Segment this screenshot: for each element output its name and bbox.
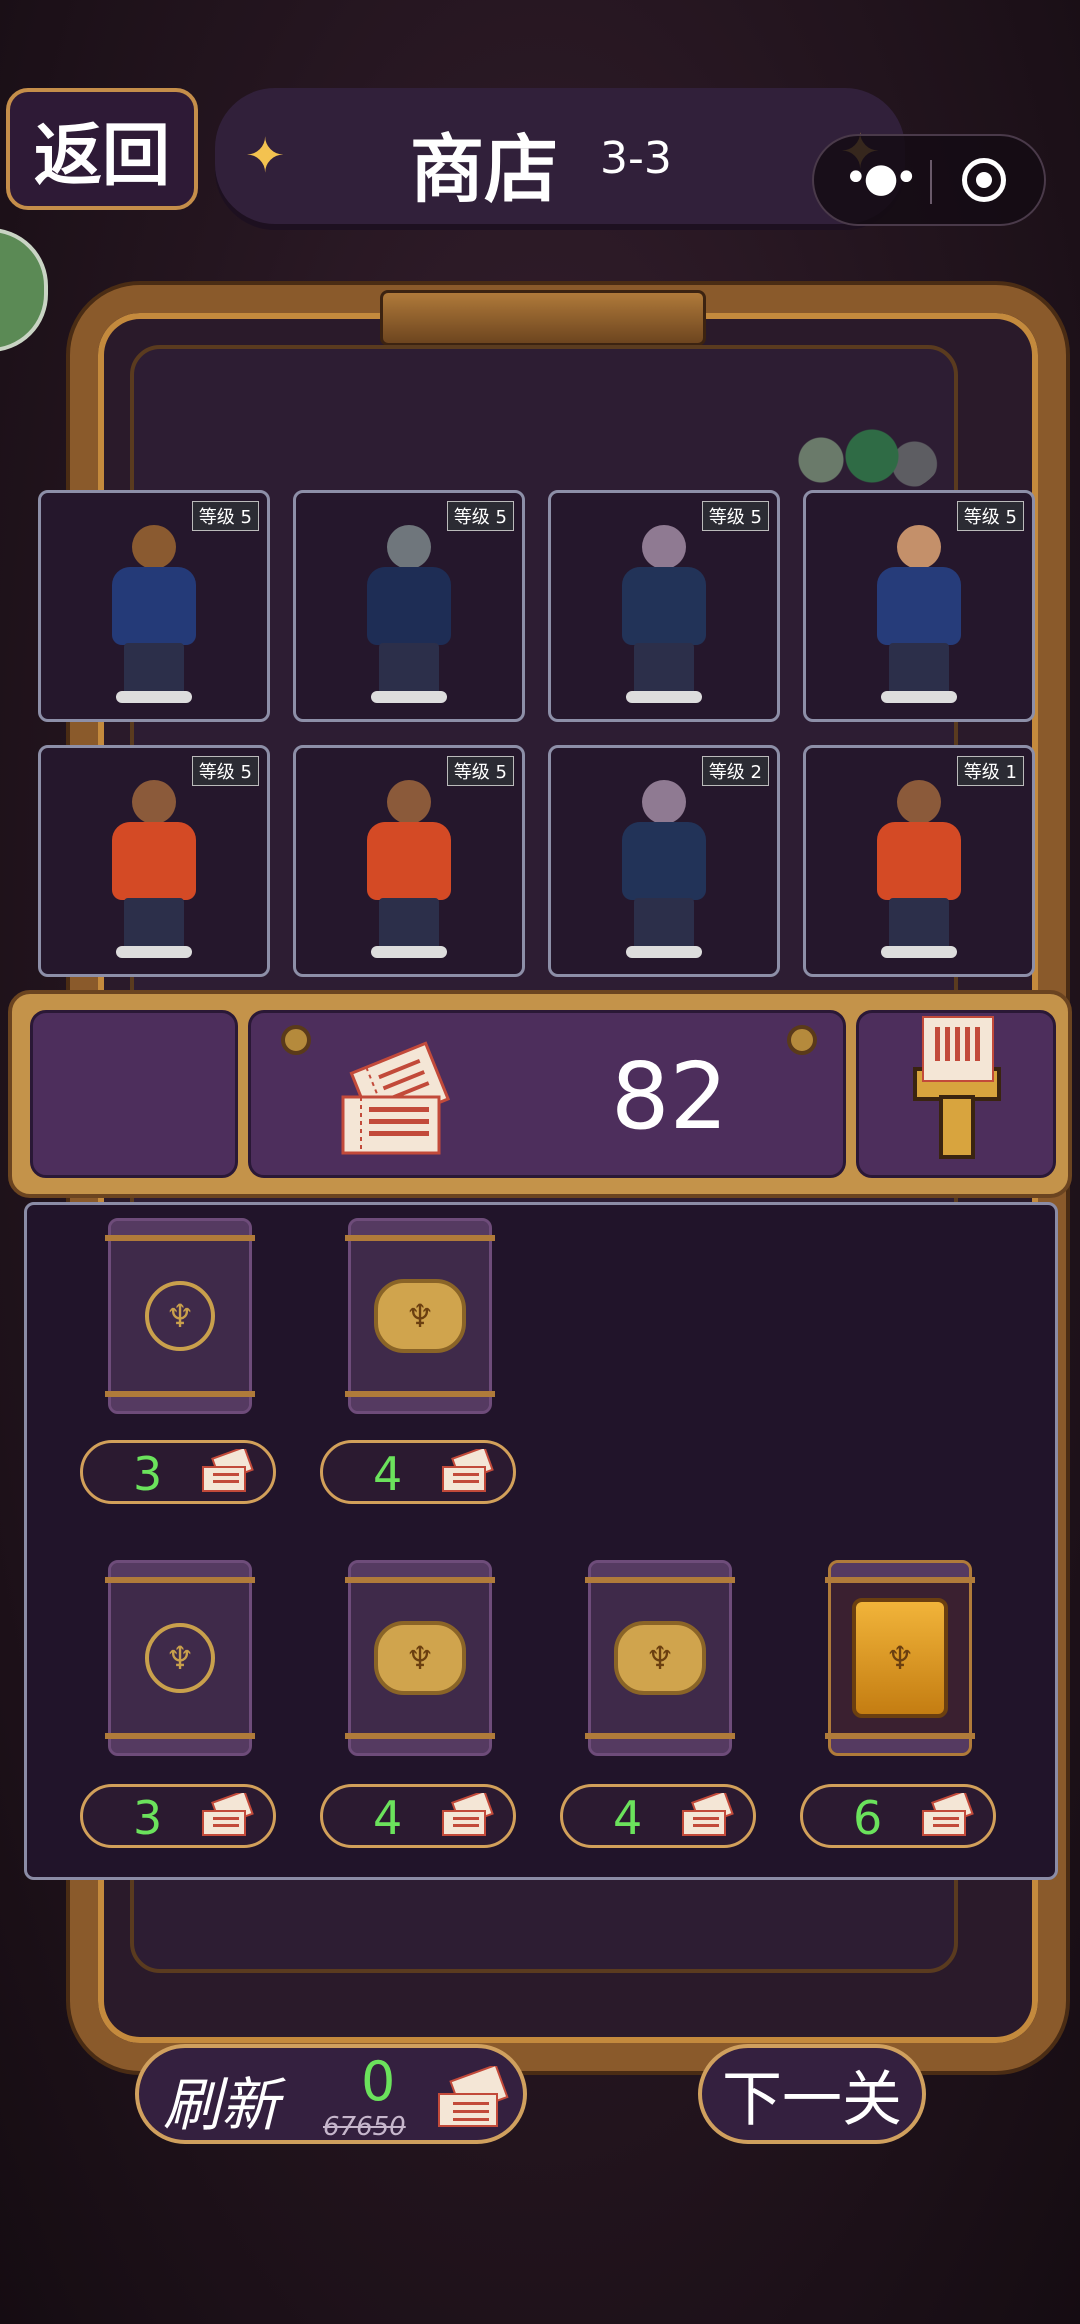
pack-price-button[interactable]: 4 bbox=[320, 1784, 516, 1848]
character-card[interactable]: 等级 5 bbox=[38, 490, 270, 722]
capsule-divider bbox=[930, 160, 932, 204]
refresh-button[interactable]: 刷新 0 67650 bbox=[135, 2044, 527, 2144]
card-pack-basic[interactable]: ♆ bbox=[105, 1218, 255, 1414]
refresh-old-price: 67650 bbox=[323, 2112, 406, 2142]
ticket-count: 82 bbox=[611, 1043, 729, 1150]
pack-price-button[interactable]: 3 bbox=[80, 1440, 276, 1504]
empty-slot bbox=[30, 1010, 238, 1178]
pack-price: 4 bbox=[373, 1447, 403, 1501]
ticket-balance: 82 bbox=[248, 1010, 846, 1178]
miniprogram-capsule: •●• bbox=[812, 134, 1046, 226]
pack-price: 4 bbox=[373, 1791, 403, 1845]
hippo-character-icon bbox=[604, 770, 724, 960]
card-pack-silver[interactable]: ♆ bbox=[345, 1218, 495, 1414]
card-pack-silver[interactable]: ♆ bbox=[345, 1560, 495, 1756]
ticket-icon bbox=[681, 1789, 735, 1837]
eagle-character-icon bbox=[94, 515, 214, 705]
character-card[interactable]: 等级 5 bbox=[548, 490, 780, 722]
character-card[interactable]: 等级 5 bbox=[38, 745, 270, 977]
refresh-cost: 0 bbox=[361, 2050, 396, 2113]
pack-emblem-icon: ♆ bbox=[145, 1281, 215, 1351]
snake-character-icon bbox=[859, 515, 979, 705]
title-bar bbox=[215, 88, 905, 224]
character-card[interactable]: 等级 5 bbox=[293, 745, 525, 977]
card-pack-basic[interactable]: ♆ bbox=[105, 1560, 255, 1756]
ticket-icon bbox=[441, 1445, 495, 1493]
ticket-dispenser-icon bbox=[913, 1016, 1001, 1159]
card-pack-silver[interactable]: ♆ bbox=[585, 1560, 735, 1756]
character-card[interactable]: 等级 2 bbox=[548, 745, 780, 977]
page-title: 商店 bbox=[410, 127, 558, 213]
ticket-icon bbox=[201, 1789, 255, 1837]
ticket-panel: 82 bbox=[8, 990, 1072, 1198]
stage-label: 3-3 bbox=[600, 133, 672, 184]
ticket-icon bbox=[438, 2066, 509, 2127]
pack-price: 4 bbox=[613, 1791, 643, 1845]
pack-emblem-icon: ♆ bbox=[374, 1279, 466, 1353]
monkey-character-icon bbox=[349, 770, 469, 960]
sparkle-icon: ✦ bbox=[245, 128, 286, 184]
card-pack-gold[interactable]: ♆ bbox=[825, 1560, 975, 1756]
more-icon[interactable]: •●• bbox=[844, 158, 918, 198]
pack-price: 3 bbox=[133, 1791, 163, 1845]
pack-emblem-icon: ♆ bbox=[614, 1621, 706, 1695]
pack-price-button[interactable]: 6 bbox=[800, 1784, 996, 1848]
ticket-icon bbox=[921, 1789, 975, 1837]
seal-character-icon bbox=[349, 515, 469, 705]
refresh-label: 刷新 bbox=[163, 2071, 280, 2139]
poker-chips-decoration bbox=[770, 420, 940, 500]
frame-top-plate bbox=[380, 290, 706, 346]
character-card[interactable]: 等级 1 bbox=[803, 745, 1035, 977]
ticket-machine-button[interactable] bbox=[856, 1010, 1056, 1178]
pack-price-button[interactable]: 4 bbox=[320, 1440, 516, 1504]
character-card[interactable]: 等级 5 bbox=[803, 490, 1035, 722]
pack-emblem-icon: ♆ bbox=[374, 1621, 466, 1695]
close-target-icon[interactable] bbox=[962, 158, 1006, 202]
ticket-icon bbox=[441, 1789, 495, 1837]
character-card[interactable]: 等级 5 bbox=[293, 490, 525, 722]
rivet bbox=[787, 1025, 817, 1055]
pack-price: 3 bbox=[133, 1447, 163, 1501]
rivet bbox=[281, 1025, 311, 1055]
pack-price: 6 bbox=[853, 1791, 883, 1845]
pack-price-button[interactable]: 3 bbox=[80, 1784, 276, 1848]
back-button[interactable]: 返回 bbox=[6, 88, 198, 210]
next-level-button[interactable]: 下一关 bbox=[698, 2044, 926, 2144]
pack-emblem-icon: ♆ bbox=[852, 1598, 948, 1718]
ticket-icon bbox=[341, 1041, 451, 1155]
monkey-character-icon bbox=[859, 770, 979, 960]
pack-emblem-icon: ♆ bbox=[145, 1623, 215, 1693]
hippo-character-icon bbox=[604, 515, 724, 705]
pack-price-button[interactable]: 4 bbox=[560, 1784, 756, 1848]
monkey-character-icon bbox=[94, 770, 214, 960]
ticket-icon bbox=[201, 1445, 255, 1493]
